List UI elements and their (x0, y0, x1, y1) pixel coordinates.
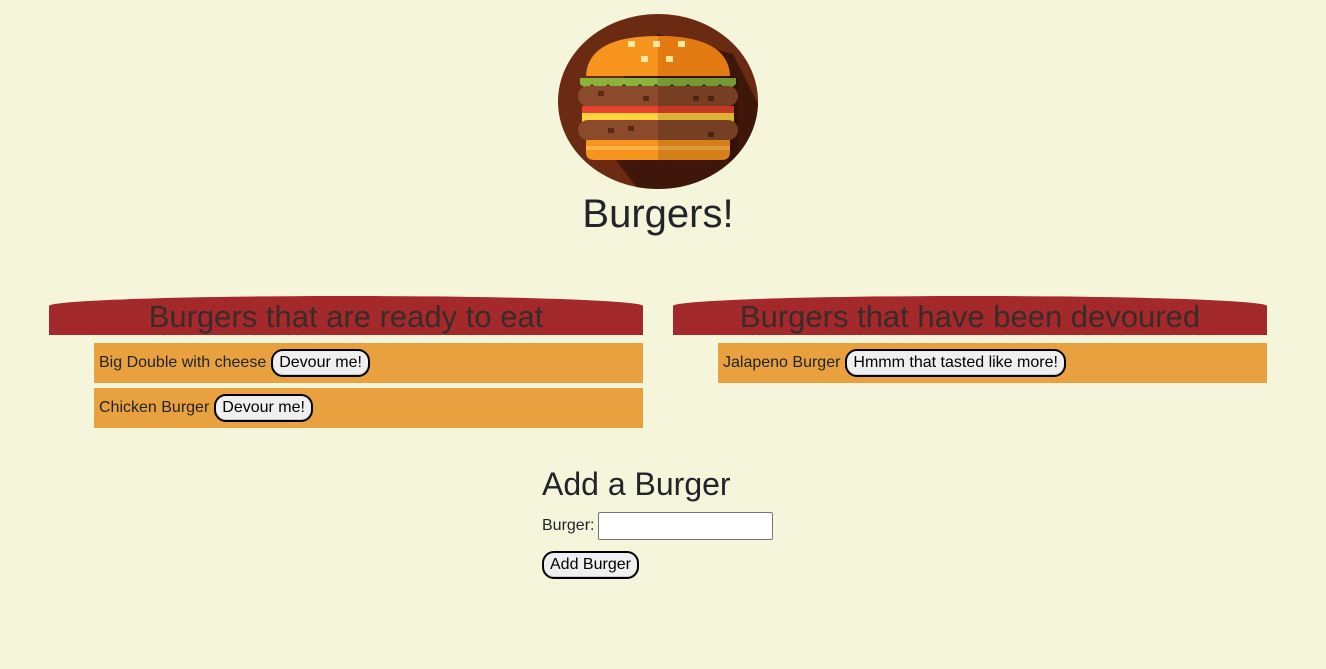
devoured-burgers-panel: Burgers that have been devoured Jalapeno… (673, 296, 1267, 388)
devour-button[interactable]: Devour me! (271, 349, 370, 377)
burger-name: Chicken Burger (99, 399, 210, 416)
burger-name-input[interactable] (598, 512, 774, 540)
burger-name: Jalapeno Burger (723, 354, 841, 371)
burger-field-label: Burger: (542, 517, 595, 534)
list-item: Big Double with cheese Devour me! (94, 343, 643, 383)
page-title: Burgers! (582, 192, 734, 236)
ready-burgers-list: Big Double with cheese Devour me! Chicke… (49, 343, 643, 428)
list-item: Jalapeno Burger Hmmm that tasted like mo… (718, 343, 1267, 383)
devoured-burgers-header: Burgers that have been devoured (673, 296, 1267, 335)
tasted-like-more-button[interactable]: Hmmm that tasted like more! (845, 349, 1066, 377)
list-item: Chicken Burger Devour me! (94, 388, 643, 428)
devoured-burgers-list: Jalapeno Burger Hmmm that tasted like mo… (673, 343, 1267, 383)
page: Burgers! Burgers that are ready to eat B… (0, 0, 1326, 669)
ready-burgers-header: Burgers that are ready to eat (49, 296, 643, 335)
add-burger-form: Add a Burger Burger: Add Burger (542, 464, 842, 579)
devour-button[interactable]: Devour me! (214, 394, 313, 422)
add-burger-button[interactable]: Add Burger (542, 551, 639, 579)
burger-name: Big Double with cheese (99, 354, 267, 371)
burger-field-row: Burger: (542, 512, 842, 540)
burger-logo-icon (558, 14, 758, 189)
add-burger-title: Add a Burger (542, 466, 731, 502)
ready-burgers-panel: Burgers that are ready to eat Big Double… (49, 296, 643, 433)
